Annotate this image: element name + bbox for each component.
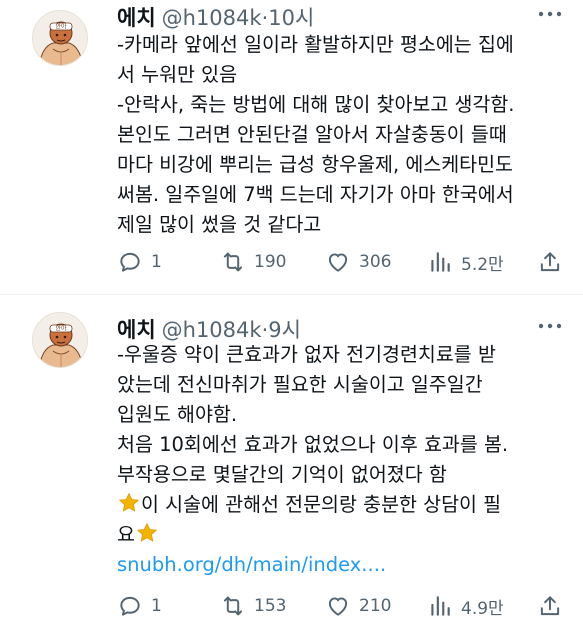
star-emoji <box>119 493 139 512</box>
tweet[interactable]: 안아 에치 @h1084k·9시 -우울증 약이 큰효과가 없자 전기경련치료를 … <box>0 294 583 640</box>
retweet-count: 153 <box>254 596 287 616</box>
avatar-label: 안아 <box>55 23 67 31</box>
retweet-button[interactable]: 190 <box>220 247 286 277</box>
views-button[interactable]: 4.9만 <box>427 591 504 621</box>
share-button[interactable] <box>537 591 563 621</box>
like-button[interactable]: 210 <box>325 591 391 621</box>
like-count: 210 <box>359 596 392 616</box>
avatar[interactable]: 안아 <box>32 10 88 66</box>
tweet-text: -우울증 약이 큰효과가 없자 전기경련치료를 받 았는데 전신마취가 필요한 … <box>117 340 567 580</box>
views-button[interactable]: 5.2만 <box>427 247 504 277</box>
like-button[interactable]: 306 <box>325 247 391 277</box>
star-emoji <box>137 523 157 542</box>
share-icon <box>540 596 560 616</box>
tweet-text-line: 았는데 전신마취가 필요한 시술이고 일주일간 <box>117 373 483 396</box>
retweet-icon <box>223 252 243 272</box>
tweet-text-line: 마다 비강에 뿌리는 급성 항우울제, 에스케타민도 <box>117 153 513 176</box>
views-count: 4.9만 <box>461 598 504 619</box>
like-icon <box>328 597 348 616</box>
tweet-text-line: -카메라 앞에선 일이라 활발하지만 평소에는 집에 <box>117 33 514 56</box>
tweet-text-line: 써봄. 일주일에 7백 드는데 자기가 아마 한국에서 <box>117 183 514 206</box>
tweet-header: 에치 @h1084k·10시 <box>117 2 314 32</box>
tweet-text: -카메라 앞에선 일이라 활발하지만 평소에는 집에 서 누워만 있음 -안락사… <box>117 30 567 240</box>
tweet-time[interactable]: 10시 <box>268 6 314 30</box>
tweet-text-line: 입원도 해야함. <box>117 403 238 426</box>
tweet-text-fragment: 요 <box>117 523 135 546</box>
avatar[interactable]: 안아 <box>32 312 88 368</box>
reply-button[interactable]: 1 <box>117 591 162 621</box>
tweet-link[interactable]: snubh.org/dh/main/index.... <box>117 550 567 580</box>
author-handle[interactable]: @h1084k <box>162 6 262 30</box>
avatar-label: 안아 <box>55 325 67 333</box>
reply-icon <box>120 252 140 272</box>
more-icon[interactable] <box>536 6 564 22</box>
like-count: 306 <box>359 252 392 272</box>
author-handle[interactable]: @h1084k <box>162 318 262 342</box>
retweet-count: 190 <box>254 252 287 272</box>
views-icon <box>431 252 450 272</box>
author-name[interactable]: 에치 <box>117 6 156 30</box>
tweet-text-line: 요 <box>117 520 567 550</box>
tweet-text-line: 이 시술에 관해선 전문의랑 충분한 상담이 필 <box>117 490 567 520</box>
action-bar: 1 190 306 5.2만 <box>117 247 567 277</box>
reply-count: 1 <box>151 252 162 272</box>
retweet-button[interactable]: 153 <box>220 591 286 621</box>
more-icon[interactable] <box>536 318 564 334</box>
retweet-icon <box>223 596 243 616</box>
action-bar: 1 153 210 4.9만 <box>117 591 567 621</box>
reply-button[interactable]: 1 <box>117 247 162 277</box>
tweet-text-line: -안락사, 죽는 방법에 대해 많이 찾아보고 생각함. <box>117 93 515 116</box>
tweet-time[interactable]: 9시 <box>268 318 301 342</box>
like-icon <box>328 253 348 272</box>
tweet-text-line: 부작용으로 몇달간의 기억이 없어졌다 함 <box>117 463 447 486</box>
tweet-text-line: -우울증 약이 큰효과가 없자 전기경련치료를 받 <box>117 343 496 366</box>
reply-icon <box>120 596 140 616</box>
views-count: 5.2만 <box>461 254 504 275</box>
reply-count: 1 <box>151 596 162 616</box>
author-name[interactable]: 에치 <box>117 318 156 342</box>
tweet-text-line: 본인도 그러면 안된단걸 알아서 자살충동이 들때 <box>117 123 507 146</box>
tweet-text-fragment: 이 시술에 관해선 전문의랑 충분한 상담이 필 <box>141 493 502 516</box>
tweet-text-line: 제일 많이 썼을 것 같다고 <box>117 213 322 236</box>
share-icon <box>540 252 560 272</box>
share-button[interactable] <box>537 247 563 277</box>
views-icon <box>431 596 450 616</box>
tweet-text-line: 서 누워만 있음 <box>117 63 238 86</box>
tweet[interactable]: 안아 에치 @h1084k·10시 -카메라 앞에선 일이라 활발하지만 평소에는… <box>0 0 583 294</box>
tweet-text-line: 처음 10회에선 효과가 없었으나 이후 효과를 봄. <box>117 433 509 456</box>
